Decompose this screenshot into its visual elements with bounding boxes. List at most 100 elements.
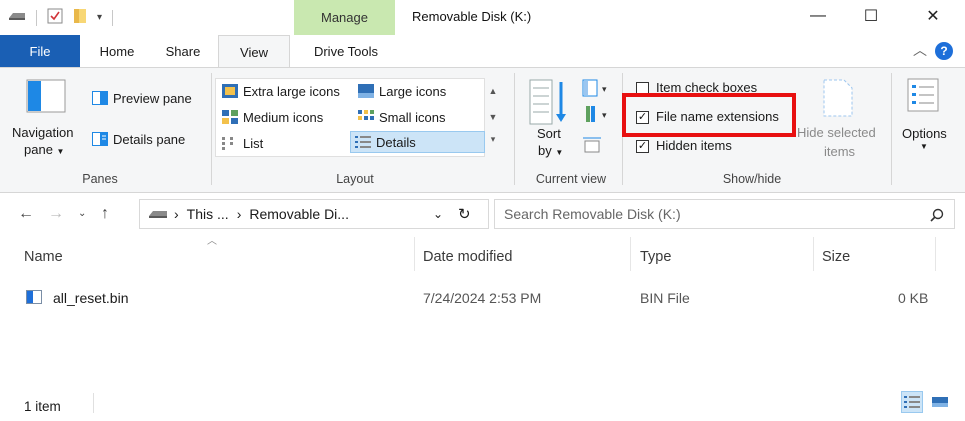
- current-view-group-label: Current view: [535, 172, 607, 186]
- help-icon[interactable]: ?: [935, 42, 953, 60]
- status-separator: [93, 393, 94, 413]
- window-title: Removable Disk (K:): [412, 9, 532, 24]
- show-hide-group-label: Show/hide: [722, 172, 782, 186]
- tab-drive-tools[interactable]: Drive Tools: [296, 35, 396, 67]
- gallery-scroll-up-icon[interactable]: ▲: [486, 86, 500, 96]
- list-option[interactable]: List: [218, 132, 263, 154]
- column-header-size[interactable]: Size: [822, 249, 850, 265]
- details-pane-button[interactable]: Details pane: [92, 132, 185, 147]
- options-dropdown-icon: ▼: [920, 142, 928, 151]
- details-option[interactable]: Details: [350, 131, 485, 153]
- large-icons-option[interactable]: Large icons: [354, 80, 446, 102]
- layout-group-label: Layout: [336, 172, 374, 186]
- options-icon: [907, 78, 939, 112]
- options-label: Options: [902, 126, 947, 141]
- group-by-icon[interactable]: [528, 78, 570, 130]
- status-item-count: 1 item: [24, 399, 61, 414]
- close-button[interactable]: ✕: [910, 0, 956, 32]
- preview-pane-button[interactable]: Preview pane: [92, 91, 192, 106]
- file-date-modified: 7/24/2024 2:53 PM: [423, 290, 542, 306]
- list-icon: [222, 137, 233, 150]
- bin-file-icon: [26, 290, 42, 304]
- collapse-ribbon-icon[interactable]: ︿: [913, 40, 927, 60]
- recent-locations-chevron-icon[interactable]: ⌄: [78, 208, 86, 219]
- sort-by-label-2: by ▼: [538, 143, 564, 158]
- address-row: ← → ⌄ ↑ › This ... › Removable Di... ⌄ ↻…: [0, 194, 965, 234]
- search-icon[interactable]: [930, 208, 944, 222]
- svg-text:▾: ▾: [602, 110, 607, 120]
- column-separator[interactable]: [813, 237, 814, 271]
- details-view-button[interactable]: [901, 391, 923, 413]
- gallery-scroll-down-icon[interactable]: ▼: [486, 112, 500, 122]
- new-folder-icon[interactable]: [73, 8, 87, 27]
- maximize-button[interactable]: ☐: [848, 0, 894, 32]
- hide-selected-items-button[interactable]: Hide selected items: [796, 78, 884, 162]
- up-arrow-icon[interactable]: ↑: [101, 205, 109, 223]
- breadcrumb-this-pc[interactable]: This ...: [187, 206, 229, 222]
- fit-columns-icon[interactable]: [582, 132, 602, 154]
- search-input[interactable]: Search Removable Disk (K:): [494, 199, 955, 229]
- title-bar: ▾ Manage Removable Disk (K:) — ☐ ✕: [0, 0, 965, 35]
- group-separator: [891, 73, 892, 185]
- gallery-expand-icon[interactable]: ▾: [486, 134, 500, 145]
- medium-icons-icon: [222, 110, 238, 124]
- group-separator: [514, 73, 515, 185]
- highlight-box: [622, 93, 796, 137]
- layout-gallery: Extra large icons Large icons Medium ico…: [215, 78, 485, 157]
- hidden-items-checkbox[interactable]: ✓: [636, 140, 649, 153]
- navigation-pane-button[interactable]: Navigation pane ▼: [8, 75, 84, 167]
- qat-separator: [36, 9, 37, 26]
- drive-small-icon: [149, 211, 167, 218]
- sort-indicator-icon: ︿: [207, 236, 217, 247]
- sort-by-button[interactable]: Sort by ▼: [534, 126, 570, 162]
- large-icons-icon: [358, 84, 374, 98]
- breadcrumb-removable-disk[interactable]: Removable Di...: [249, 206, 349, 222]
- qat-separator-2: [112, 9, 114, 26]
- size-columns-icon[interactable]: ▾: [582, 104, 610, 126]
- group-separator: [211, 73, 212, 185]
- address-dropdown-icon[interactable]: ⌄: [433, 207, 443, 221]
- breadcrumb-separator-icon: ›: [174, 206, 179, 222]
- sort-by-label: Sort: [537, 126, 561, 141]
- add-columns-icon[interactable]: ▾: [582, 78, 610, 100]
- qat-dropdown-icon[interactable]: ▾: [97, 12, 102, 23]
- extra-large-icons-option[interactable]: Extra large icons: [218, 80, 340, 102]
- small-icons-option[interactable]: Small icons: [354, 106, 445, 128]
- ribbon-tabs: File Home Share View Drive Tools: [0, 35, 965, 68]
- navigation-pane-icon: [26, 79, 66, 113]
- column-separator[interactable]: [935, 237, 936, 271]
- forward-arrow-icon[interactable]: →: [48, 205, 64, 223]
- details-pane-icon: [92, 132, 108, 146]
- navigation-pane-label: Navigation: [12, 125, 74, 140]
- column-header-type[interactable]: Type: [640, 249, 671, 265]
- breadcrumb-separator-icon: ›: [236, 206, 242, 222]
- file-type: BIN File: [640, 290, 690, 306]
- hidden-items-label: Hidden items: [656, 138, 732, 153]
- column-separator[interactable]: [414, 237, 415, 271]
- column-separator[interactable]: [630, 237, 631, 271]
- panes-group-label: Panes: [82, 172, 118, 186]
- column-header-date-modified[interactable]: Date modified: [423, 249, 512, 265]
- drive-icon[interactable]: [8, 10, 26, 25]
- refresh-icon[interactable]: ↻: [458, 205, 471, 223]
- tab-home[interactable]: Home: [88, 35, 146, 67]
- tab-manage[interactable]: Manage: [294, 0, 395, 35]
- back-arrow-icon[interactable]: ←: [18, 205, 34, 223]
- properties-check-icon[interactable]: [47, 8, 63, 27]
- minimize-button[interactable]: —: [795, 0, 841, 32]
- tab-share[interactable]: Share: [152, 35, 214, 67]
- large-icons-view-button[interactable]: [929, 391, 951, 413]
- extra-large-icons-icon: [222, 84, 238, 98]
- tab-file[interactable]: File: [0, 35, 80, 67]
- tab-view[interactable]: View: [218, 35, 290, 68]
- medium-icons-option[interactable]: Medium icons: [218, 106, 323, 128]
- hide-selected-label: Hide selected: [797, 125, 876, 140]
- preview-pane-icon: [92, 91, 108, 105]
- svg-text:▾: ▾: [602, 84, 607, 94]
- file-size: 0 KB: [898, 290, 929, 306]
- details-view-icon: [355, 136, 371, 148]
- column-header-name[interactable]: Name: [24, 249, 63, 265]
- address-bar[interactable]: › This ... › Removable Di... ⌄ ↻: [139, 199, 489, 229]
- quick-access-toolbar: ▾: [8, 8, 114, 27]
- options-button[interactable]: Options ▼: [896, 78, 956, 162]
